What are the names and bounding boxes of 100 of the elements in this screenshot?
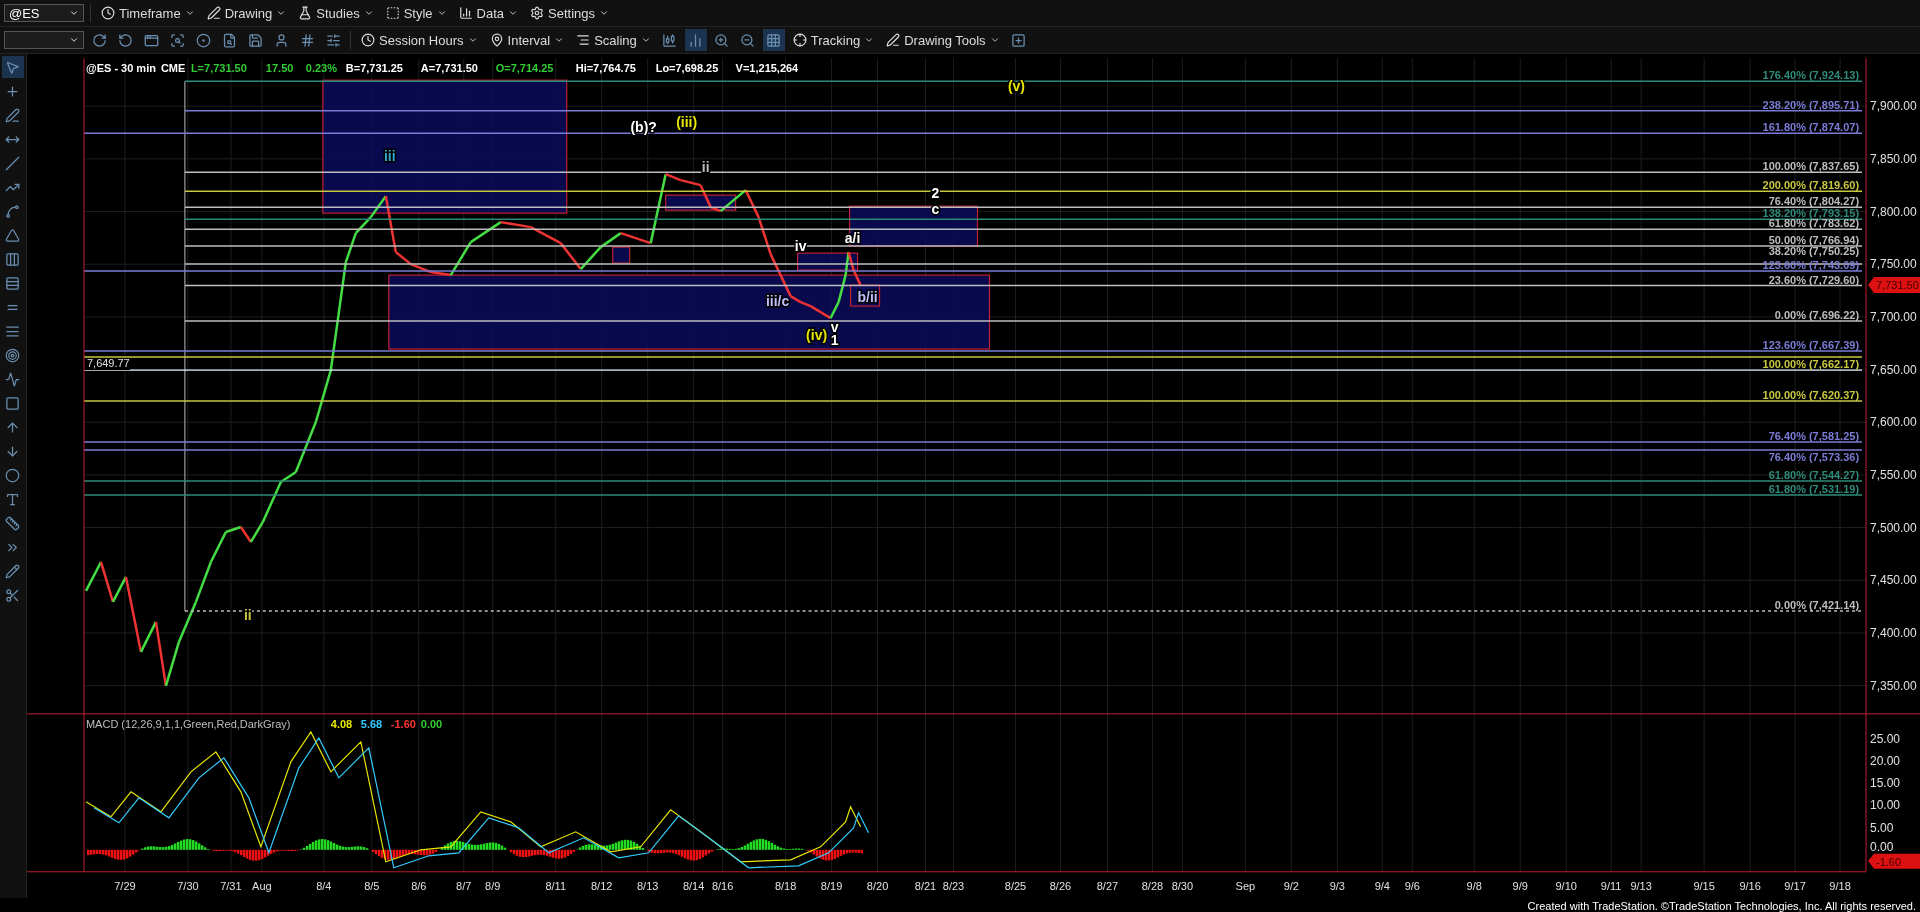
macd-value: -1.60 [390, 717, 416, 730]
toolbar-menu-button[interactable]: Tracking [788, 30, 879, 50]
macd-title: MACD (12,26,9,1,1,Green,Red,DarkGray) [85, 717, 291, 730]
toolbar-menu-button[interactable]: Style [381, 3, 451, 23]
scale-icon [576, 33, 591, 47]
target-icon [195, 32, 211, 48]
toolbar-menu-button[interactable]: Studies [294, 3, 378, 23]
toolbar-button[interactable] [684, 29, 707, 51]
user-icon [273, 32, 289, 48]
fib-level-label: 76.40% (7,573.36) [1768, 451, 1860, 463]
settings-icon [530, 6, 545, 20]
circle-icon [5, 467, 21, 483]
wave-icon [5, 371, 21, 387]
date-axis-label: 8/13 [636, 879, 659, 892]
price-axis-label: 7,450.00 [1870, 573, 1917, 588]
fib-level-label: 100.00% (7,620.37) [1762, 389, 1860, 402]
bar-chart-icon [458, 6, 473, 20]
fib-level-label: 0.00% (7,696.22) [1774, 309, 1860, 322]
dropdown-field[interactable] [4, 31, 84, 49]
date-axis-label: 9/3 [1329, 879, 1345, 892]
date-axis-label: 7/30 [177, 879, 199, 892]
window-icon [143, 32, 159, 48]
crosshair-icon [792, 33, 807, 47]
add-window-icon [1011, 32, 1027, 48]
date-axis-label: 8/6 [411, 879, 427, 892]
fib-level-label: 123.60% (7,667.39) [1762, 339, 1860, 352]
quote-field: Lo=7,698.25 [655, 62, 719, 75]
date-axis-label: Aug [252, 879, 272, 892]
toolbar-menu-button[interactable]: Session Hours [357, 30, 482, 50]
fib-level-label: 200.00% (7,819.60) [1762, 179, 1860, 192]
macd-axis-label: 15.00 [1870, 776, 1901, 791]
columns-icon [5, 251, 21, 267]
clock-icon [361, 33, 375, 47]
hash-icon [299, 32, 315, 48]
macd-axis-label: 10.00 [1870, 798, 1901, 813]
date-axis-label: 8/18 [774, 879, 797, 892]
date-axis-label: 8/12 [591, 879, 613, 892]
quote-field: Hi=7,764.75 [575, 62, 636, 75]
price-axis-label: 7,400.00 [1870, 625, 1917, 640]
date-axis-label: 8/25 [1004, 879, 1027, 892]
date-axis-label: 8/7 [456, 879, 472, 892]
toolbar-menu-button[interactable]: Interval [485, 30, 569, 50]
caret-icon [276, 8, 287, 18]
macd-value: 4.08 [330, 717, 353, 730]
undo-icon [117, 32, 133, 48]
macd-axis-label: 5.00 [1870, 820, 1894, 835]
zoom-in-icon [714, 32, 730, 48]
wave-label: ii [244, 606, 252, 623]
pen-icon [206, 6, 221, 20]
save-icon [247, 32, 263, 48]
quote-field: CME [160, 62, 186, 75]
caret-icon [599, 8, 610, 18]
macd-value: 0.00 [420, 717, 443, 730]
caret-icon [508, 8, 519, 18]
date-axis-label: 9/4 [1374, 879, 1390, 892]
fib-level-label: 76.40% (7,804.27) [1768, 195, 1860, 208]
price-axis-label: 7,800.00 [1870, 204, 1917, 219]
date-axis-label: 9/6 [1404, 879, 1420, 892]
date-axis-label: 7/29 [114, 879, 136, 892]
last-value-tag: -1.60 [1868, 853, 1920, 869]
macd-axis-label: 0.00 [1870, 839, 1894, 854]
toolbar-menu-button[interactable]: Scaling [572, 30, 655, 50]
caret-icon [363, 8, 374, 18]
quote-field: V=1,215,264 [735, 62, 799, 75]
dashed-square-icon [385, 6, 400, 20]
zoom-out-icon [740, 32, 756, 48]
grid-icon [766, 32, 782, 48]
date-axis-label: 9/13 [1630, 879, 1652, 892]
bar-chart-icon [688, 32, 704, 48]
date-axis-label: 9/11 [1600, 879, 1622, 892]
drawing-tool-button[interactable] [2, 56, 24, 78]
pen-icon [886, 33, 901, 47]
price-axis-label: 7,550.00 [1870, 467, 1917, 482]
toolbar-menu-button[interactable]: Settings [526, 3, 614, 23]
toolbar-menu-button[interactable]: Drawing [202, 3, 291, 23]
scissors-icon [5, 587, 21, 603]
fib-level-label: 23.60% (7,729.60) [1768, 273, 1860, 286]
fib-level-label: 76.40% (7,581.25) [1768, 430, 1860, 442]
fib-level-label: 38.20% (7,750.25) [1768, 245, 1860, 258]
date-axis-label: 8/27 [1096, 879, 1119, 892]
toolbar-menu-button[interactable]: Data [454, 3, 523, 23]
toolbar-button[interactable] [762, 29, 785, 51]
candlestick-icon [662, 32, 678, 48]
date-axis-label: Sep [1235, 879, 1256, 892]
date-axis-label: 8/9 [485, 879, 501, 892]
quote-field: 0.23% [305, 62, 337, 75]
toolbar-menu-button[interactable]: Drawing Tools [882, 30, 1004, 50]
date-axis-label: 8/5 [364, 879, 380, 892]
lines-icon [5, 323, 21, 339]
rows-icon [5, 275, 21, 291]
target-icon [5, 347, 21, 363]
wave-label: b/ii [857, 289, 878, 306]
toolbar-menu-button[interactable]: Timeframe [97, 3, 199, 23]
square-icon [5, 395, 21, 411]
quote-field: A=7,731.50 [420, 62, 478, 75]
date-axis-label: 8/14 [682, 879, 705, 892]
wave-label: (b)? [630, 119, 657, 136]
quote-field: @ES - 30 min [85, 62, 156, 75]
date-axis-label: 9/17 [1784, 879, 1806, 892]
symbol-field[interactable]: @ES [4, 4, 84, 22]
